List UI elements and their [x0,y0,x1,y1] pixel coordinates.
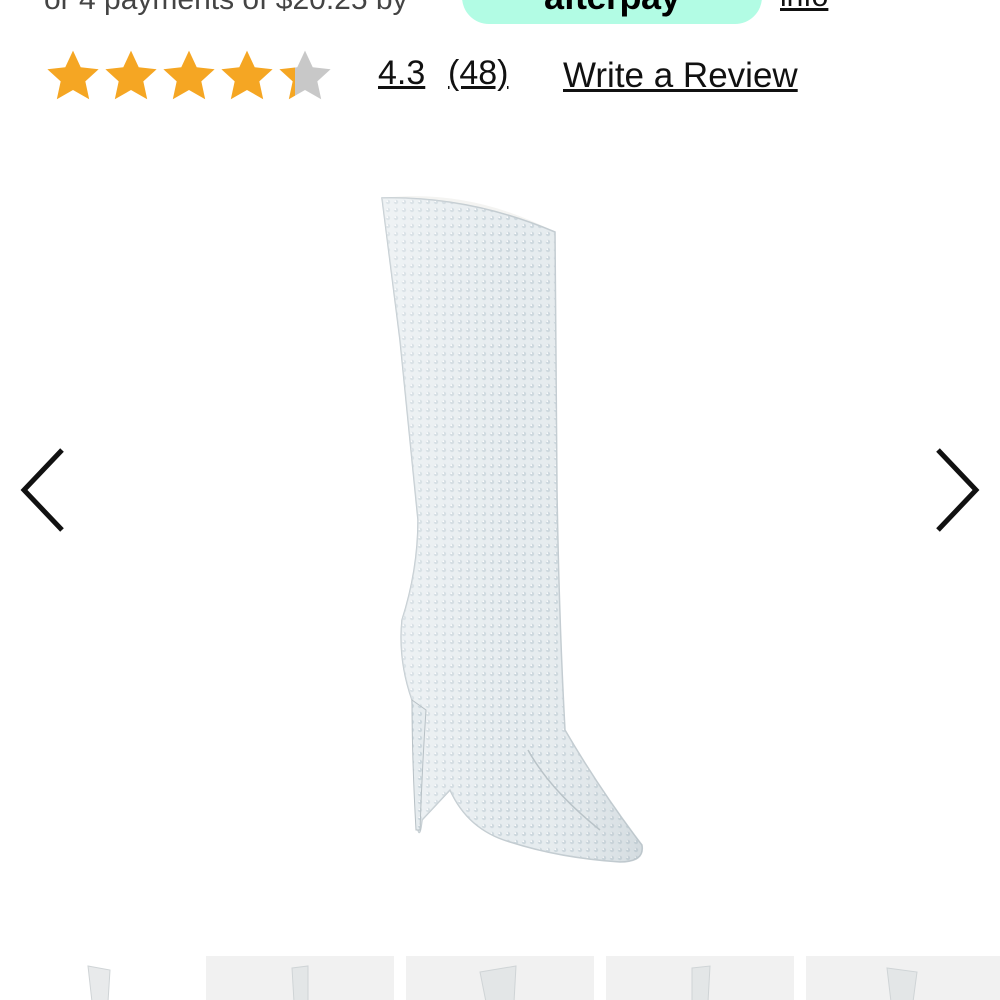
star-icon [105,50,157,100]
partial-star-icon [279,50,331,100]
installment-text: or 4 payments of $20.25 by [44,0,408,17]
boot-thumbnail-icon [479,965,517,1000]
thumbnail[interactable] [806,956,1000,1000]
thumbnail-strip [0,956,1000,1000]
thumbnail[interactable] [606,956,794,1000]
chevron-left-icon[interactable] [14,440,74,540]
product-image [381,196,644,863]
afterpay-logo: afterpay [544,0,681,18]
afterpay-badge[interactable]: afterpay [462,0,762,24]
afterpay-info-link[interactable]: info [780,0,828,14]
star-icon [47,50,99,100]
boot-thumbnail-icon [691,965,711,1000]
star-icon [163,50,215,100]
boot-thumbnail-icon [291,965,309,1000]
boot-thumbnail-icon [886,967,918,1000]
product-image-carousel[interactable] [0,130,1000,940]
review-count-link[interactable]: (48) [448,54,508,93]
star-icon [221,50,273,100]
thumbnail[interactable] [206,956,394,1000]
thumbnail[interactable] [60,956,140,1000]
write-review-link[interactable]: Write a Review [563,56,798,96]
rating-row [44,44,334,108]
thumbnail[interactable] [406,956,594,1000]
star-rating[interactable] [44,44,334,108]
installment-text-row: or 4 payments of $20.25 by [44,0,408,22]
rating-value-link[interactable]: 4.3 [378,54,425,93]
boot-thumbnail-icon [87,965,111,1000]
chevron-right-icon[interactable] [926,440,986,540]
